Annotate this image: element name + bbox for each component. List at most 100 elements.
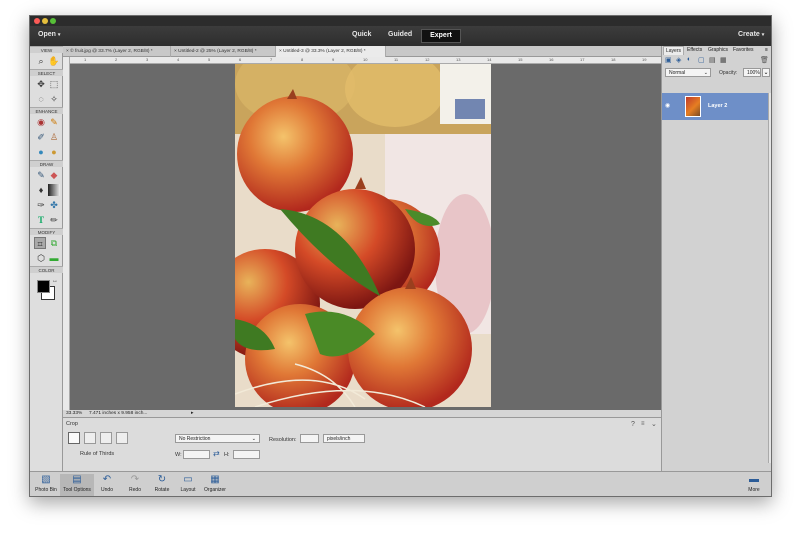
minimize-window-button[interactable] [42,18,48,24]
foreground-color-swatch[interactable] [37,280,50,293]
overlay-none-button[interactable] [116,432,128,444]
eyedropper-tool-icon[interactable]: ✑ [35,199,47,211]
layout-label: Layout [180,487,196,493]
crop-preset-select[interactable]: No Restriction ⌄ [175,434,260,443]
zoom-level[interactable]: 33.33% [66,410,82,417]
custom-shape-tool-icon[interactable]: ✤ [48,199,60,211]
rotate-button[interactable]: ↻ Rotate [150,474,174,493]
ruler-tick-label: 3 [146,57,149,62]
tab-favorites[interactable]: Favorites [731,46,756,55]
content-aware-move-tool-icon[interactable]: ⬡ [35,252,47,264]
tool-options-button[interactable]: ▤ Tool Options [60,474,94,496]
layout-button[interactable]: ▭ Layout [177,474,199,493]
tab-graphics[interactable]: Graphics [706,46,730,55]
swap-dimensions-icon[interactable]: ⇄ [213,449,220,458]
mode-bar: Open ▾ Quick Guided Expert Create ▾ [30,26,771,46]
height-input[interactable] [233,450,260,459]
canvas-area[interactable] [70,64,661,410]
sponge-tool-icon[interactable]: ● [48,146,60,158]
zoom-tool-icon[interactable]: ⌕ [35,55,47,67]
overlay-golden-ratio-button[interactable] [100,432,112,444]
hand-tool-icon[interactable]: ✋ [48,55,60,67]
clone-stamp-tool-icon[interactable]: ♙ [48,131,60,143]
close-window-button[interactable] [34,18,40,24]
resolution-input[interactable] [300,434,319,443]
ruler-vertical [63,57,70,410]
quick-mode-tab[interactable]: Quick [352,31,371,38]
zoom-window-button[interactable] [50,18,56,24]
help-icon[interactable]: ? [631,421,635,428]
status-menu-arrow-icon[interactable]: ▸ [191,410,193,417]
spot-healing-tool-icon[interactable]: ✎ [48,116,60,128]
organizer-button[interactable]: ▦ Organizer [201,474,229,493]
layer-row[interactable]: ◉ Layer 2 [662,93,768,120]
close-tab-icon[interactable]: × [66,49,69,54]
move-tool-icon[interactable]: ✥ [35,78,47,90]
tab-document-3[interactable]: × Untitled-3 @ 33.3% (Layer 2, RGB/8) * [276,46,386,57]
tab-effects[interactable]: Effects [685,46,704,55]
tab-document-1[interactable]: × © fruit.jpg @ 33.7% (Layer 2, RGB/8) * [63,46,171,57]
smart-brush-tool-icon[interactable]: ✐ [35,131,47,143]
type-tool-icon[interactable]: T [35,214,47,226]
blend-mode-select[interactable]: Normal ⌄ [665,68,711,77]
collapse-icon[interactable]: ⌄ [651,420,657,428]
document-size: 7.471 inches x 9.958 inch... [89,411,148,416]
blur-tool-icon[interactable]: ● [35,146,47,158]
straighten-tool-icon[interactable]: ▬ [48,252,60,264]
overlay-grid-button[interactable] [84,432,96,444]
tab-layers[interactable]: Layers [663,46,685,55]
blend-mode-value: Normal [669,70,686,76]
undo-icon: ↶ [102,474,112,485]
resolution-unit-select[interactable]: pixels/inch [323,434,365,443]
crop-tool-icon[interactable]: ⌗ [34,237,46,249]
tab-document-2[interactable]: × Untitled-2 @ 25% (Layer 2, RGB/8) * [171,46,276,57]
eraser-tool-icon[interactable]: ◆ [48,169,60,181]
more-button[interactable]: ▬ More [743,474,765,493]
swap-colors-icon[interactable]: ↔ [51,277,59,285]
width-input[interactable] [183,450,210,459]
opacity-input[interactable]: 100% [743,68,761,77]
panel-scrollbar[interactable] [768,93,771,463]
guided-mode-tab[interactable]: Guided [388,31,412,38]
undo-button[interactable]: ↶ Undo [97,474,117,493]
brush-tool-icon[interactable]: ✎ [35,169,47,181]
lock-icon[interactable]: ▤ [709,56,716,64]
magic-wand-tool-icon[interactable]: ✧ [48,93,60,105]
lasso-tool-icon[interactable]: ◌ [35,93,47,105]
pencil-tool-icon[interactable]: ✏ [48,214,60,226]
trash-icon[interactable]: 🗑 [760,56,769,64]
ruler-tick-label: 18 [611,57,616,62]
close-tab-icon[interactable]: × [279,49,282,54]
opacity-label: Opacity: [719,70,738,76]
photo-bin-button[interactable]: ▧ Photo Bin [33,474,59,493]
layout-icon: ▭ [183,474,193,485]
ruler-tick-label: 7 [270,57,273,62]
layer-mask-icon[interactable]: ▢ [698,56,705,64]
ruler-tick-label: 2 [115,57,118,62]
overlay-rule-of-thirds-button[interactable] [68,432,80,444]
new-group-icon[interactable]: ◈ [676,56,681,64]
pomegranate-photo[interactable] [235,64,491,407]
ruler-horizontal: 1 2 3 4 5 6 7 8 9 10 11 12 13 14 15 16 17 18 19 [70,57,661,64]
paint-bucket-tool-icon[interactable]: ♦ [35,184,47,196]
red-eye-tool-icon[interactable]: ◉ [35,116,47,128]
redo-button[interactable]: ↷ Redo [125,474,145,493]
tool-options-panel: Crop Rule of Thirds No Restriction ⌄ W: … [63,417,661,471]
opacity-dropdown-icon[interactable]: ⌄ [762,68,770,77]
expert-mode-tab[interactable]: Expert [421,29,461,43]
gradient-tool-icon[interactable] [48,184,60,196]
adjustment-layer-icon[interactable]: ◐ [687,56,691,63]
create-button[interactable]: Create ▾ [738,31,764,38]
visibility-eye-icon[interactable]: ◉ [665,102,670,109]
tab-label: © fruit.jpg @ 33.7% (Layer 2, RGB/8) * [70,49,153,54]
open-button[interactable]: Open ▾ [38,31,60,38]
close-tab-icon[interactable]: × [174,49,177,54]
panel-menu-icon[interactable]: ≡ [641,421,645,427]
new-layer-icon[interactable]: ▣ [665,56,672,64]
lock-transparency-icon[interactable]: ▦ [720,56,727,64]
panel-options-icon[interactable]: ≡ [765,47,768,53]
ruler-tick-label: 19 [642,57,647,62]
recompose-tool-icon[interactable]: ⧉ [48,237,60,249]
marquee-tool-icon[interactable]: ⬚ [48,78,60,90]
section-select: SELECT [30,69,63,76]
